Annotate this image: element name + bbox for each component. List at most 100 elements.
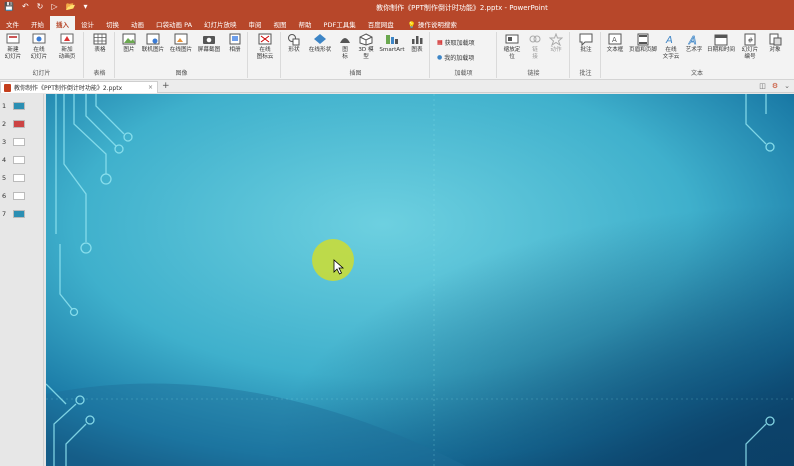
tab-transitions[interactable]: 切换 <box>100 16 125 30</box>
group-label-slides: 幻灯片 <box>32 70 51 77</box>
group-label-addins: 加载项 <box>454 70 473 77</box>
slide-preview <box>13 102 25 110</box>
tab-help[interactable]: 帮助 <box>293 16 318 30</box>
tab-animations[interactable]: 动画 <box>125 16 150 30</box>
new-tab-button[interactable]: + <box>162 81 170 91</box>
online-image-button[interactable]: 在线图片 <box>168 33 194 54</box>
textbox-icon: A <box>608 33 622 45</box>
calendar-icon <box>714 34 728 46</box>
tab-pdf-tools[interactable]: PDF工具集 <box>318 16 362 30</box>
zoom-icon <box>505 34 519 44</box>
tab-home[interactable]: 开始 <box>25 16 50 30</box>
smartart-icon <box>386 35 398 44</box>
online-shapes-button[interactable]: 在线形状 <box>306 33 334 54</box>
screenshot-button[interactable]: 屏幕截图 <box>196 33 222 54</box>
group-label-comments: 批注 <box>579 70 592 77</box>
group-label-images: 图像 <box>175 70 188 77</box>
group-tables: 表格 表格 <box>85 32 115 78</box>
slide-canvas[interactable] <box>46 94 794 466</box>
action-button[interactable]: 动作 <box>546 33 566 54</box>
tab-slideshow[interactable]: 幻灯片放映 <box>198 16 243 30</box>
online-picture-icon <box>146 33 160 45</box>
ribbon-tabs: 文件 开始 插入 设计 切换 动画 口袋动画 PA 幻灯片放映 审阅 视图 帮助… <box>0 16 794 30</box>
settings-icon[interactable]: ⚙ <box>772 82 778 90</box>
thumbnail-5[interactable]: 5 <box>0 172 44 186</box>
new-slide-icon <box>6 33 20 44</box>
slide-number-button[interactable]: # 幻灯片 编号 <box>738 33 762 60</box>
slide-background <box>46 94 794 466</box>
new-anim-page-button[interactable]: 新加 动画页 <box>54 33 80 60</box>
tell-me-search[interactable]: 💡 操作说明搜索 <box>400 16 465 30</box>
slide-preview <box>13 120 25 128</box>
my-addins-button[interactable]: ● 我的加载项 <box>437 53 474 62</box>
tab-review[interactable]: 审阅 <box>243 16 268 30</box>
shapes-button[interactable]: 形状 <box>284 33 304 54</box>
datetime-button[interactable]: 日期和时间 <box>706 33 736 54</box>
icons-icon <box>340 38 350 43</box>
animation-page-icon <box>60 33 74 44</box>
icons-button[interactable]: 图 标 <box>336 33 354 60</box>
slide-preview <box>13 138 25 146</box>
comment-button[interactable]: 批注 <box>575 33 597 54</box>
thumbnail-4[interactable]: 4 <box>0 154 44 168</box>
album-button[interactable]: 相册 <box>224 33 246 54</box>
copy-icon[interactable]: ◫ <box>759 82 766 90</box>
chevron-down-icon[interactable]: ⌄ <box>784 82 790 90</box>
wordart-icon: A <box>688 34 697 46</box>
online-wordcloud-button[interactable]: A 在线 文字云 <box>660 33 682 60</box>
online-slide-button[interactable]: 在线 幻灯片 <box>27 33 51 60</box>
svg-text:A: A <box>612 36 617 44</box>
online-shapes-icon <box>314 34 326 44</box>
group-text: A 文本框 页眉和页脚 A 在线 文字云 A 艺术字 日期和时间 # 幻灯片 编 <box>602 32 792 78</box>
thumbnail-7[interactable]: 7 <box>0 208 44 222</box>
chart-button[interactable]: 图表 <box>408 33 426 54</box>
tab-design[interactable]: 设计 <box>75 16 100 30</box>
svg-text:#: # <box>748 37 754 45</box>
thumbnail-2[interactable]: 2 <box>0 118 44 132</box>
new-slide-button[interactable]: 新建 幻灯片 <box>2 33 24 60</box>
cloud-picture-icon <box>174 33 188 45</box>
store-icon: ▦ <box>437 39 443 46</box>
tab-pocket-animation[interactable]: 口袋动画 PA <box>150 16 198 30</box>
lightbulb-icon: 💡 <box>407 21 416 29</box>
group-comments: 批注 批注 <box>571 32 601 78</box>
document-tab[interactable]: 教你制作《PPT制作倒计时功能》2.pptx × <box>0 81 158 93</box>
slide-preview <box>13 156 25 164</box>
group-links: 缩放定 位 链 接 动作 链接 <box>498 32 570 78</box>
mouse-pointer-icon <box>333 259 345 275</box>
table-icon <box>93 33 107 45</box>
textbox-button[interactable]: A 文本框 <box>604 33 626 54</box>
3d-models-button[interactable]: 3D 模 型 <box>356 33 376 60</box>
thumbnail-6[interactable]: 6 <box>0 190 44 204</box>
object-icon <box>769 33 782 46</box>
slide-preview <box>13 192 25 200</box>
group-slides: 新建 幻灯片 在线 幻灯片 新加 动画页 幻灯片 <box>0 32 84 78</box>
wordart-button[interactable]: A 艺术字 <box>684 33 704 54</box>
picture-button[interactable]: 图片 <box>119 33 139 54</box>
tab-file[interactable]: 文件 <box>0 16 25 30</box>
online-icon-cloud-button[interactable]: 在线 图标云 <box>253 33 277 60</box>
window-title: 教你制作《PPT制作倒计时功能》2.pptx - PowerPoint <box>376 4 548 12</box>
thumbnail-3[interactable]: 3 <box>0 136 44 150</box>
tab-view[interactable]: 视图 <box>268 16 293 30</box>
smartart-button[interactable]: SmartArt <box>378 33 406 54</box>
link-button[interactable]: 链 接 <box>526 33 544 60</box>
object-button[interactable]: 对象 <box>764 33 786 54</box>
get-addins-button[interactable]: ▦ 获取加载项 <box>437 38 475 47</box>
tab-insert[interactable]: 插入 <box>50 16 75 30</box>
pptx-file-icon <box>4 83 11 92</box>
table-button[interactable]: 表格 <box>89 33 111 54</box>
action-star-icon <box>549 33 563 46</box>
online-picture-button[interactable]: 联机图片 <box>140 33 166 54</box>
slide-thumbnails: 1 2 3 4 5 6 7 <box>0 94 44 466</box>
header-footer-button[interactable]: 页眉和页脚 <box>628 33 658 54</box>
title-bar: 💾 ↶ ↻ ▷ 📂 ▾ 教你制作《PPT制作倒计时功能》2.pptx - Pow… <box>0 0 794 16</box>
thumbnail-1[interactable]: 1 <box>0 100 44 114</box>
picture-icon <box>122 33 136 45</box>
tab-baidu-netdisk[interactable]: 百度网盘 <box>362 16 400 30</box>
zoom-button[interactable]: 缩放定 位 <box>500 33 524 60</box>
group-addins: ▦ 获取加载项 ● 我的加载项 加载项 <box>431 32 497 78</box>
close-icon[interactable]: × <box>148 84 153 91</box>
group-icon-cloud: 在线 图标云 <box>249 32 281 78</box>
cube-icon <box>359 33 373 46</box>
